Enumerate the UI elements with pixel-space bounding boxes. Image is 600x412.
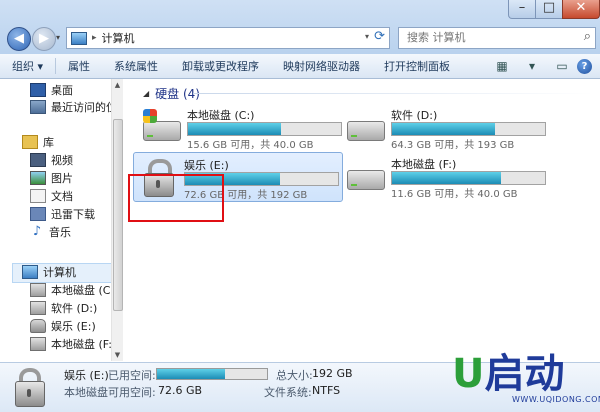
organize-button[interactable]: 组织 ▾ bbox=[0, 58, 55, 74]
title-bar: – □ ✕ ◀ ▶ ▾ ▸ 计算机 ▾ ⟳ ⌕ bbox=[0, 0, 600, 54]
properties-button[interactable]: 属性 bbox=[56, 58, 102, 74]
folder-icon bbox=[30, 207, 46, 221]
drive-icon bbox=[30, 337, 46, 351]
system-properties-button[interactable]: 系统属性 bbox=[102, 58, 170, 74]
locked-drive-icon bbox=[30, 319, 46, 333]
locked-drive-icon bbox=[8, 367, 50, 409]
maximize-button[interactable]: □ bbox=[535, 0, 563, 19]
drive-name: 软件 (D:) bbox=[391, 109, 438, 122]
desktop-icon bbox=[30, 83, 46, 97]
logo-url: WWW.UQIDONG.COM bbox=[512, 395, 600, 404]
map-network-drive-button[interactable]: 映射网络驱动器 bbox=[271, 58, 372, 74]
back-button[interactable]: ◀ bbox=[7, 27, 31, 51]
music-icon: ♪ bbox=[32, 224, 42, 239]
view-dropdown-icon[interactable]: ▾ bbox=[523, 58, 541, 74]
sidebar-item-video[interactable]: 视频 bbox=[30, 151, 73, 169]
uqidong-logo: U启动 WWW.UQIDONG.COM bbox=[452, 351, 600, 408]
drive-name: 本地磁盘 (F:) bbox=[391, 158, 457, 171]
drive-icon bbox=[345, 109, 387, 149]
details-drive-type: 本地磁盘 bbox=[64, 386, 108, 399]
drive-usage-bar bbox=[391, 122, 546, 136]
sidebar-scrollbar[interactable]: ▲ ▼ bbox=[111, 79, 123, 361]
refresh-icon[interactable]: ⟳ bbox=[374, 29, 385, 44]
sidebar-item-libraries[interactable]: 库 bbox=[22, 133, 54, 151]
sidebar-item-recent[interactable]: 最近访问的位置 bbox=[30, 98, 122, 116]
details-fs-value: NTFS bbox=[312, 384, 341, 397]
details-usage-bar bbox=[156, 368, 268, 380]
address-bar[interactable]: ▸ 计算机 ▾ ⟳ bbox=[66, 27, 390, 49]
scroll-down-icon[interactable]: ▼ bbox=[112, 349, 123, 361]
windows-drive-icon bbox=[141, 109, 183, 149]
details-total-value: 192 GB bbox=[312, 367, 353, 380]
drive-space: 11.6 GB 可用，共 40.0 GB bbox=[391, 189, 518, 200]
libraries-icon bbox=[22, 135, 38, 149]
explorer-window: – □ ✕ ◀ ▶ ▾ ▸ 计算机 ▾ ⟳ ⌕ 组织 ▾ 属性 系统属性 卸载或… bbox=[0, 0, 600, 412]
sidebar-item-computer[interactable]: 计算机 bbox=[22, 263, 76, 281]
uninstall-program-button[interactable]: 卸载或更改程序 bbox=[170, 58, 271, 74]
computer-icon bbox=[22, 265, 38, 279]
video-icon bbox=[30, 153, 46, 167]
details-drive-name: 娱乐 (E:) bbox=[64, 369, 109, 382]
details-free-value: 72.6 GB bbox=[158, 384, 203, 397]
drive-icon bbox=[345, 158, 387, 198]
sidebar-item-drive-c[interactable]: 本地磁盘 (C:) bbox=[30, 281, 118, 299]
recent-places-icon bbox=[30, 100, 46, 114]
recent-pages-dropdown[interactable]: ▾ bbox=[56, 33, 60, 42]
collapse-icon[interactable]: ◢ bbox=[143, 89, 149, 98]
drive-tile-f[interactable]: 本地磁盘 (F:) 11.6 GB 可用，共 40.0 GB bbox=[341, 152, 549, 200]
forward-button[interactable]: ▶ bbox=[32, 27, 56, 51]
drive-usage-bar bbox=[187, 122, 342, 136]
address-dropdown-icon[interactable]: ▾ bbox=[365, 32, 369, 41]
details-free-label: 可用空间: bbox=[108, 386, 156, 399]
open-control-panel-button[interactable]: 打开控制面板 bbox=[372, 58, 462, 74]
drive-usage-bar bbox=[391, 171, 546, 185]
drive-tile-d[interactable]: 软件 (D:) 64.3 GB 可用，共 193 GB bbox=[341, 103, 549, 151]
drive-name: 本地磁盘 (C:) bbox=[187, 109, 255, 122]
sidebar-item-xunlei[interactable]: 迅雷下载 bbox=[30, 205, 95, 223]
minimize-button[interactable]: – bbox=[508, 0, 536, 19]
logo-text: 启动 bbox=[484, 351, 565, 397]
search-icon[interactable]: ⌕ bbox=[584, 29, 591, 44]
command-bar: 组织 ▾ 属性 系统属性 卸载或更改程序 映射网络驱动器 打开控制面板 ▦ ▾ … bbox=[0, 54, 600, 79]
logo-u: U bbox=[452, 351, 485, 397]
drive-icon bbox=[30, 301, 46, 315]
sidebar-item-drive-e[interactable]: 娱乐 (E:) bbox=[30, 317, 96, 335]
preview-pane-icon[interactable]: ▭ bbox=[553, 58, 571, 74]
drive-space: 64.3 GB 可用，共 193 GB bbox=[391, 140, 515, 151]
help-icon[interactable]: ? bbox=[577, 58, 592, 74]
pictures-icon bbox=[30, 171, 46, 185]
drive-name: 娱乐 (E:) bbox=[184, 159, 229, 172]
drive-tile-c[interactable]: 本地磁盘 (C:) 15.6 GB 可用，共 40.0 GB bbox=[137, 103, 345, 151]
breadcrumb-computer[interactable]: 计算机 bbox=[102, 30, 135, 46]
group-header-hard-disks[interactable]: ◢ 硬盘 (4) bbox=[143, 85, 200, 102]
drive-space: 15.6 GB 可用，共 40.0 GB bbox=[187, 140, 314, 151]
search-box[interactable]: ⌕ bbox=[398, 27, 596, 49]
scroll-up-icon[interactable]: ▲ bbox=[112, 79, 123, 91]
details-fs-label: 文件系统: bbox=[264, 386, 312, 399]
windows-drive-icon bbox=[30, 283, 46, 297]
details-used-label: 已用空间: bbox=[108, 369, 156, 382]
group-divider bbox=[193, 93, 593, 94]
sidebar-item-drive-d[interactable]: 软件 (D:) bbox=[30, 299, 97, 317]
search-input[interactable] bbox=[399, 28, 567, 46]
change-view-icon[interactable]: ▦ bbox=[493, 58, 511, 74]
sidebar-item-desktop[interactable]: 桌面 bbox=[30, 81, 73, 99]
sidebar-item-music[interactable]: ♪ 音乐 bbox=[30, 223, 71, 241]
breadcrumb-separator[interactable]: ▸ bbox=[92, 33, 97, 43]
highlight-annotation-box bbox=[128, 174, 224, 222]
navigation-pane: 桌面 最近访问的位置 库 视频 图片 文档 迅雷下载 ♪ 音乐 计算机 本地磁盘… bbox=[0, 79, 123, 361]
documents-icon bbox=[30, 189, 46, 203]
sidebar-item-documents[interactable]: 文档 bbox=[30, 187, 73, 205]
sidebar-item-drive-f[interactable]: 本地磁盘 (F:) bbox=[30, 335, 116, 353]
details-total-label: 总大小: bbox=[276, 369, 313, 382]
sidebar-item-pictures[interactable]: 图片 bbox=[30, 169, 73, 187]
scrollbar-thumb[interactable] bbox=[113, 119, 123, 311]
computer-icon bbox=[71, 31, 87, 45]
close-button[interactable]: ✕ bbox=[562, 0, 600, 19]
